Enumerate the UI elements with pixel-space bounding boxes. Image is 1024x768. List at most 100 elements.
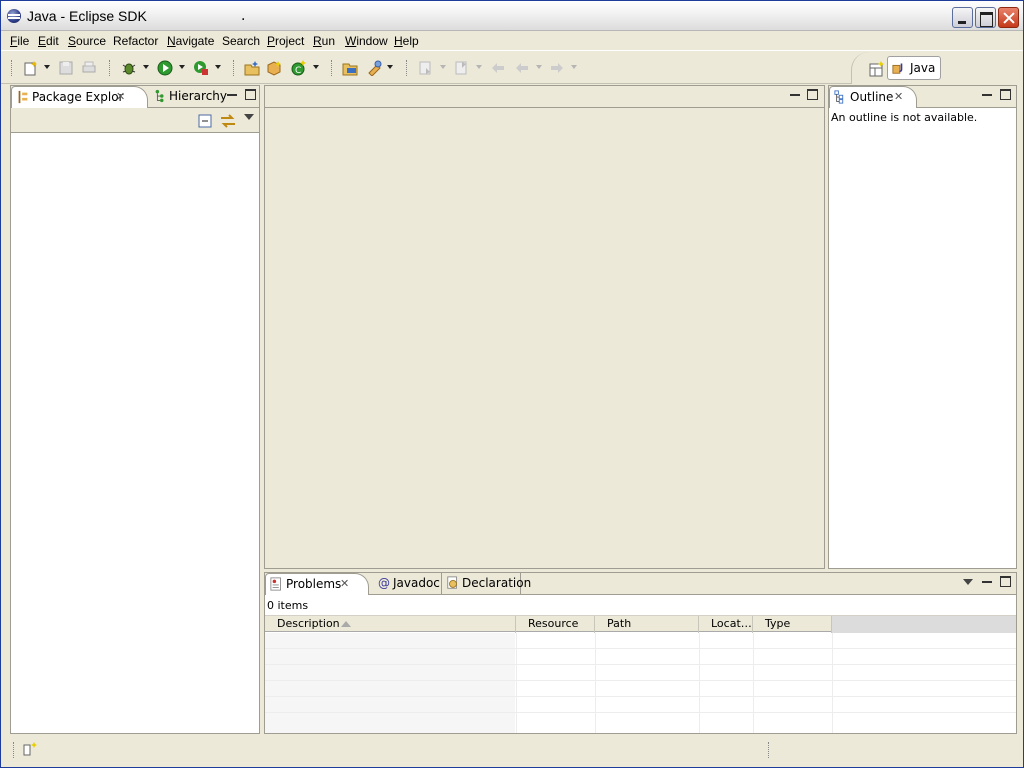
menu-help[interactable]: Help bbox=[394, 33, 419, 49]
close-window-button[interactable] bbox=[998, 7, 1019, 28]
open-perspective-icon[interactable] bbox=[869, 61, 885, 77]
close-tab-icon[interactable]: ✕ bbox=[340, 578, 350, 589]
column-divider bbox=[595, 633, 596, 733]
minimize-window-button[interactable] bbox=[952, 7, 973, 28]
new-java-project-icon[interactable] bbox=[244, 60, 260, 76]
menu-search[interactable]: Search bbox=[222, 33, 260, 49]
toolbar-grip[interactable] bbox=[109, 60, 112, 76]
package-explorer-toolbar bbox=[11, 108, 259, 133]
minimize-view-icon[interactable] bbox=[982, 577, 992, 587]
menu-file[interactable]: File bbox=[10, 33, 29, 49]
tab-hierarchy[interactable]: Hierarchy bbox=[149, 86, 229, 108]
column-type[interactable]: Type bbox=[753, 616, 832, 633]
view-menu-icon[interactable] bbox=[963, 579, 973, 585]
svg-text:J: J bbox=[899, 63, 903, 73]
editor-tabrow bbox=[265, 86, 824, 108]
problems-item-count: 0 items bbox=[267, 599, 309, 612]
view-menu-icon[interactable] bbox=[244, 114, 254, 120]
column-path[interactable]: Path bbox=[595, 616, 699, 633]
minimize-editor-icon[interactable] bbox=[790, 90, 800, 100]
status-grip[interactable] bbox=[13, 742, 16, 758]
problems-panel: Problems ✕ @ Javadoc Declaration 0 items… bbox=[264, 572, 1017, 734]
next-annotation-icon bbox=[419, 61, 431, 75]
close-tab-icon[interactable]: ✕ bbox=[116, 91, 126, 102]
new-java-class-icon[interactable]: C bbox=[291, 60, 307, 76]
menu-navigate[interactable]: Navigate bbox=[167, 33, 214, 49]
problems-table-header: Description Resource Path Locat… Type bbox=[265, 615, 1016, 633]
editor-area[interactable] bbox=[264, 85, 825, 569]
toolbar-grip[interactable] bbox=[406, 60, 409, 76]
open-type-icon[interactable] bbox=[342, 60, 358, 76]
tab-package-explorer[interactable]: Package Explor ✕ bbox=[11, 86, 148, 108]
column-description[interactable]: Description bbox=[265, 616, 516, 633]
tab-package-explorer-label: Package Explor bbox=[32, 90, 124, 104]
eclipse-window: Java - Eclipse SDK . File Edit Source Re… bbox=[0, 0, 1024, 768]
column-resource[interactable]: Resource bbox=[516, 616, 595, 633]
collapse-all-icon[interactable] bbox=[198, 114, 212, 128]
new-dropdown-icon[interactable] bbox=[44, 65, 50, 69]
svg-text:C: C bbox=[295, 66, 301, 76]
minimize-view-icon[interactable] bbox=[227, 90, 237, 100]
maximize-window-button[interactable] bbox=[975, 7, 996, 28]
column-divider bbox=[699, 633, 700, 733]
title-bar[interactable]: Java - Eclipse SDK . bbox=[1, 1, 1023, 31]
next-annotation-dropdown-icon bbox=[440, 65, 446, 69]
java-perspective-label: Java bbox=[910, 61, 936, 75]
maximize-view-icon[interactable] bbox=[1000, 576, 1011, 587]
package-explorer-tree[interactable] bbox=[11, 133, 259, 733]
last-edit-location-icon bbox=[492, 63, 504, 73]
menu-refactor[interactable]: Refactor bbox=[113, 33, 158, 49]
fast-view-icon[interactable] bbox=[22, 741, 38, 757]
maximize-editor-icon[interactable] bbox=[807, 89, 818, 100]
problems-table-body[interactable] bbox=[265, 633, 1016, 733]
problems-tabrow: Problems ✕ @ Javadoc Declaration bbox=[265, 573, 1016, 595]
debug-icon[interactable] bbox=[121, 60, 137, 76]
tab-problems[interactable]: Problems ✕ bbox=[265, 573, 369, 595]
external-tools-dropdown-icon[interactable] bbox=[215, 65, 221, 69]
column-location[interactable]: Locat… bbox=[699, 616, 753, 633]
column-divider bbox=[753, 633, 754, 733]
column-filler bbox=[832, 616, 1016, 633]
search-dropdown-icon[interactable] bbox=[387, 65, 393, 69]
maximize-view-icon[interactable] bbox=[1000, 89, 1011, 100]
java-perspective-button[interactable]: J Java bbox=[887, 56, 941, 80]
search-icon[interactable] bbox=[366, 60, 382, 76]
menu-project[interactable]: Project bbox=[267, 33, 304, 49]
close-tab-icon[interactable]: ✕ bbox=[894, 91, 904, 102]
eclipse-app-icon bbox=[7, 9, 21, 23]
link-with-editor-icon[interactable] bbox=[219, 112, 237, 130]
tab-javadoc[interactable]: @ Javadoc bbox=[373, 573, 440, 595]
new-class-dropdown-icon[interactable] bbox=[313, 65, 319, 69]
column-divider bbox=[832, 633, 833, 733]
toolbar-grip[interactable] bbox=[11, 60, 14, 76]
run-dropdown-icon[interactable] bbox=[179, 65, 185, 69]
menu-edit[interactable]: Edit bbox=[38, 33, 59, 49]
maximize-view-icon[interactable] bbox=[245, 89, 256, 100]
debug-dropdown-icon[interactable] bbox=[143, 65, 149, 69]
menu-source[interactable]: Source bbox=[68, 33, 106, 49]
tab-outline[interactable]: Outline ✕ bbox=[829, 86, 917, 108]
tab-outline-label: Outline bbox=[850, 90, 894, 104]
external-tools-icon[interactable] bbox=[193, 60, 209, 76]
new-wizard-icon[interactable] bbox=[23, 60, 39, 76]
title-dot: . bbox=[241, 8, 246, 24]
new-java-package-icon[interactable] bbox=[266, 60, 282, 76]
outline-tabrow: Outline ✕ bbox=[829, 86, 1016, 108]
status-bar bbox=[1, 737, 1023, 767]
run-icon[interactable] bbox=[157, 60, 173, 76]
outline-icon bbox=[834, 90, 844, 104]
toolbar-grip[interactable] bbox=[233, 60, 236, 76]
sort-ascending-icon bbox=[341, 621, 351, 627]
toolbar-grip[interactable] bbox=[331, 60, 334, 76]
menu-run[interactable]: Run bbox=[313, 33, 335, 49]
previous-annotation-dropdown-icon bbox=[476, 65, 482, 69]
javadoc-at-icon: @ bbox=[378, 576, 390, 590]
status-grip[interactable] bbox=[768, 742, 771, 758]
package-explorer-icon bbox=[18, 90, 28, 104]
minimize-view-icon[interactable] bbox=[982, 90, 992, 100]
row-divider bbox=[265, 648, 1016, 649]
package-explorer-tabrow: Package Explor ✕ Hierarchy bbox=[11, 86, 259, 108]
save-icon bbox=[59, 61, 73, 75]
menu-window[interactable]: Window bbox=[345, 33, 388, 49]
tab-declaration[interactable]: Declaration bbox=[441, 573, 531, 595]
